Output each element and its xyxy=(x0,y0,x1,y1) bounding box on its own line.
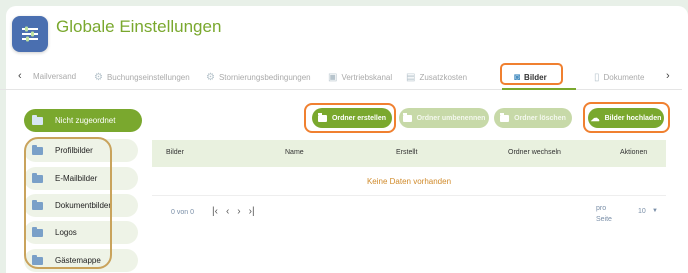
folder-icon xyxy=(402,112,412,122)
highlight-box-create xyxy=(304,103,396,133)
chevron-down-icon[interactable]: ▼ xyxy=(652,208,658,214)
app-logo xyxy=(12,16,48,52)
tab-label: Vertriebskanal xyxy=(341,73,393,82)
column-header-bilder[interactable]: Bilder xyxy=(166,149,184,156)
tab-label: Stornierungsbedingungen xyxy=(218,73,311,82)
sidebar-item-nicht-zugeordnet[interactable]: Nicht zugeordnet xyxy=(24,109,142,132)
empty-state-message: Keine Daten vorhanden xyxy=(366,177,452,186)
sidebar-item-label: Nicht zugeordnet xyxy=(55,116,116,125)
settings-cycle-icon: ⚙ xyxy=(206,72,215,83)
tab-mailversand[interactable]: Mailversand xyxy=(33,72,76,81)
tab-scroll-right-icon[interactable]: › xyxy=(666,70,670,82)
column-header-ordner-wechseln[interactable]: Ordner wechseln xyxy=(508,149,561,156)
highlight-box-tab xyxy=(500,63,563,85)
button-label: Ordner umbenennen xyxy=(416,114,486,122)
button-label: Ordner löschen xyxy=(514,114,566,122)
folder-icon xyxy=(32,114,43,125)
gear-icon: ⚙ xyxy=(94,72,103,83)
per-page-select[interactable]: 10 xyxy=(638,208,646,215)
tab-label: Buchungseinstellungen xyxy=(106,73,190,82)
tab-buchungseinstellungen[interactable]: ⚙ Buchungseinstellungen xyxy=(94,72,190,83)
next-page-icon[interactable]: › xyxy=(237,206,240,217)
first-page-icon[interactable]: |‹ xyxy=(212,206,218,217)
highlight-box-sidebar xyxy=(24,137,112,269)
per-page-label: pro Seite xyxy=(596,205,612,223)
tab-label: Dokumente xyxy=(603,73,645,82)
sliders-icon xyxy=(22,26,38,42)
column-header-aktionen[interactable]: Aktionen xyxy=(620,149,647,156)
highlight-box-upload xyxy=(583,102,670,133)
tab-label: Zusatzkosten xyxy=(419,73,468,82)
page-title: Globale Einstellungen xyxy=(56,17,222,36)
pager-controls: |‹ ‹ › ›| xyxy=(212,206,255,217)
prev-page-icon[interactable]: ‹ xyxy=(226,206,229,217)
active-tab-indicator xyxy=(502,88,576,90)
tab-stornierungsbedingungen[interactable]: ⚙ Stornierungsbedingungen xyxy=(206,72,311,83)
column-header-name[interactable]: Name xyxy=(285,149,304,156)
tab-vertriebskanal[interactable]: ▣ Vertriebskanal xyxy=(328,72,392,83)
tab-label: Mailversand xyxy=(33,72,77,81)
tab-dokumente[interactable]: ▯ Dokumente xyxy=(594,72,644,83)
divider xyxy=(152,195,666,196)
costs-icon: ▤ xyxy=(406,72,416,83)
pager-count: 0 von 0 xyxy=(171,209,194,216)
delete-folder-button[interactable]: Ordner löschen xyxy=(494,108,572,128)
folder-icon xyxy=(500,112,510,122)
last-page-icon[interactable]: ›| xyxy=(249,206,255,217)
document-icon: ▯ xyxy=(594,72,600,83)
rename-folder-button[interactable]: Ordner umbenennen xyxy=(399,108,489,128)
column-header-erstellt[interactable]: Erstellt xyxy=(396,149,417,156)
channel-icon: ▣ xyxy=(328,72,338,83)
tab-zusatzkosten[interactable]: ▤ Zusatzkosten xyxy=(406,72,467,83)
tab-scroll-left-icon[interactable]: ‹ xyxy=(18,70,22,82)
